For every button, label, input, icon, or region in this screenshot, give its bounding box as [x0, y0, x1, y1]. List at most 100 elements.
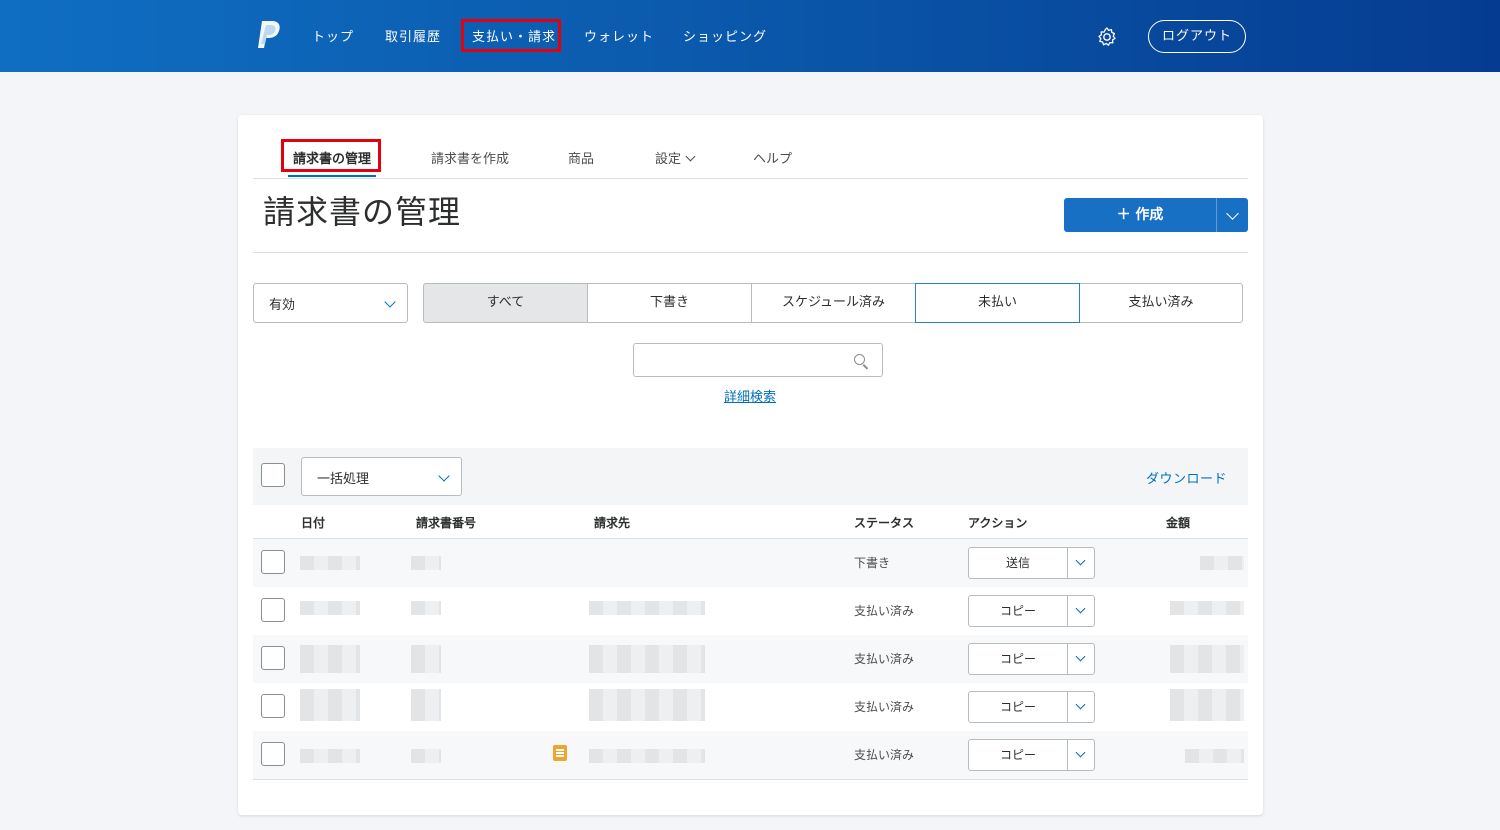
- top-navigation-bar: トップ 取引履歴 支払い・請求 ウォレット ショッピング ログアウト: [0, 0, 1500, 72]
- redacted-invoice-number: [411, 556, 441, 570]
- filter-unpaid[interactable]: 未払い: [915, 283, 1080, 323]
- logout-button[interactable]: ログアウト: [1148, 20, 1246, 53]
- column-header-recipient[interactable]: 請求先: [594, 514, 630, 531]
- column-header-date[interactable]: 日付: [301, 514, 325, 531]
- chevron-down-icon: [438, 470, 450, 482]
- tab-help[interactable]: ヘルプ: [753, 148, 792, 167]
- tab-products[interactable]: 商品: [568, 148, 594, 167]
- redacted-date: [300, 689, 360, 721]
- status-select[interactable]: 有効: [253, 283, 408, 323]
- table-row[interactable]: 支払い済み コピー: [253, 683, 1248, 731]
- send-button[interactable]: 送信: [969, 548, 1068, 578]
- row-action-dropdown[interactable]: [1068, 596, 1094, 626]
- redacted-invoice-number: [411, 601, 441, 615]
- copy-button[interactable]: コピー: [969, 596, 1068, 626]
- table-row[interactable]: 支払い済み コピー: [253, 587, 1248, 635]
- row-action-dropdown[interactable]: [1068, 548, 1094, 578]
- note-icon[interactable]: [553, 745, 567, 761]
- row-action-control: コピー: [968, 595, 1095, 627]
- row-action-control: 送信: [968, 547, 1095, 579]
- tab-settings-label: 設定: [655, 152, 682, 167]
- create-button[interactable]: ＋ 作成: [1064, 198, 1216, 232]
- invoice-management-card: 請求書の管理 請求書を作成 商品 設定 ヘルプ 請求書の管理 ＋ 作成 有効 す…: [238, 115, 1263, 815]
- row-checkbox[interactable]: [261, 550, 285, 574]
- tab-highlight-box: [281, 139, 381, 172]
- column-header-action: アクション: [968, 516, 1028, 530]
- table-row[interactable]: 支払い済み コピー: [253, 635, 1248, 683]
- filter-scheduled[interactable]: スケジュール済み: [751, 283, 916, 323]
- select-all-checkbox[interactable]: [261, 463, 285, 487]
- redacted-date: [300, 556, 360, 570]
- chevron-down-icon: [1075, 651, 1086, 662]
- redacted-invoice-number: [411, 645, 441, 673]
- status-text: 下書き: [854, 556, 891, 570]
- filter-draft[interactable]: 下書き: [587, 283, 752, 323]
- advanced-search-link[interactable]: 詳細検索: [724, 386, 776, 405]
- redacted-date: [300, 645, 360, 673]
- divider: [253, 178, 1248, 179]
- redacted-amount: [1170, 601, 1244, 615]
- row-checkbox[interactable]: [261, 646, 285, 670]
- copy-button[interactable]: コピー: [969, 692, 1068, 722]
- status-filter-group: すべて 下書き スケジュール済み 未払い 支払い済み: [423, 283, 1243, 323]
- table-row[interactable]: 支払い済み コピー: [253, 731, 1248, 779]
- row-action-dropdown[interactable]: [1068, 740, 1094, 770]
- filter-all[interactable]: すべて: [423, 283, 588, 323]
- tab-settings[interactable]: 設定: [655, 148, 696, 167]
- column-header-status[interactable]: ステータス: [854, 514, 914, 531]
- redacted-amount: [1170, 689, 1244, 721]
- chevron-down-icon: [1075, 603, 1086, 614]
- gear-icon[interactable]: [1096, 26, 1118, 48]
- copy-button[interactable]: コピー: [969, 740, 1068, 770]
- search-input[interactable]: [633, 343, 883, 377]
- nav-shopping[interactable]: ショッピング: [683, 26, 767, 45]
- bulk-action-select-value: 一括処理: [317, 472, 370, 487]
- redacted-amount: [1185, 749, 1244, 763]
- paypal-logo[interactable]: [256, 20, 282, 50]
- create-dropdown-button[interactable]: [1216, 198, 1248, 232]
- column-header-invoice-number[interactable]: 請求書番号: [416, 514, 476, 531]
- row-action-control: コピー: [968, 643, 1095, 675]
- redacted-invoice-number: [411, 689, 441, 721]
- divider: [253, 779, 1248, 780]
- row-action-dropdown[interactable]: [1068, 692, 1094, 722]
- download-link[interactable]: ダウンロード: [1146, 468, 1227, 487]
- redacted-date: [300, 749, 360, 763]
- redacted-recipient: [589, 689, 705, 721]
- chevron-down-icon: [685, 151, 696, 162]
- row-action-dropdown[interactable]: [1068, 644, 1094, 674]
- search-icon: [854, 354, 865, 365]
- redacted-date: [300, 601, 360, 615]
- divider: [253, 252, 1248, 253]
- status-text: 支払い済み: [854, 652, 915, 666]
- table-row[interactable]: 下書き 送信: [253, 539, 1248, 587]
- bulk-action-select[interactable]: 一括処理: [301, 457, 462, 496]
- row-action-control: コピー: [968, 691, 1095, 723]
- status-text: 支払い済み: [854, 748, 915, 762]
- chevron-down-icon: [384, 296, 396, 308]
- redacted-recipient: [589, 749, 705, 763]
- nav-activity[interactable]: 取引履歴: [385, 26, 441, 45]
- status-text: 支払い済み: [854, 700, 915, 714]
- chevron-down-icon: [1075, 555, 1086, 566]
- redacted-invoice-number: [411, 749, 441, 763]
- filter-paid[interactable]: 支払い済み: [1079, 283, 1243, 323]
- tab-create-invoice[interactable]: 請求書を作成: [431, 148, 509, 167]
- nav-top[interactable]: トップ: [312, 26, 354, 45]
- row-checkbox[interactable]: [261, 598, 285, 622]
- status-text: 支払い済み: [854, 604, 915, 618]
- copy-button[interactable]: コピー: [969, 644, 1068, 674]
- redacted-amount: [1170, 645, 1244, 673]
- row-action-control: コピー: [968, 739, 1095, 771]
- row-checkbox[interactable]: [261, 742, 285, 766]
- redacted-recipient: [589, 601, 705, 615]
- status-select-value: 有効: [269, 298, 296, 313]
- chevron-down-icon: [1075, 699, 1086, 710]
- column-header-amount[interactable]: 金額: [1166, 514, 1190, 531]
- page-title: 請求書の管理: [263, 193, 462, 231]
- chevron-down-icon: [1075, 747, 1086, 758]
- nav-wallet[interactable]: ウォレット: [584, 26, 654, 45]
- nav-highlight-box: [461, 19, 561, 52]
- chevron-down-icon: [1226, 207, 1239, 220]
- row-checkbox[interactable]: [261, 694, 285, 718]
